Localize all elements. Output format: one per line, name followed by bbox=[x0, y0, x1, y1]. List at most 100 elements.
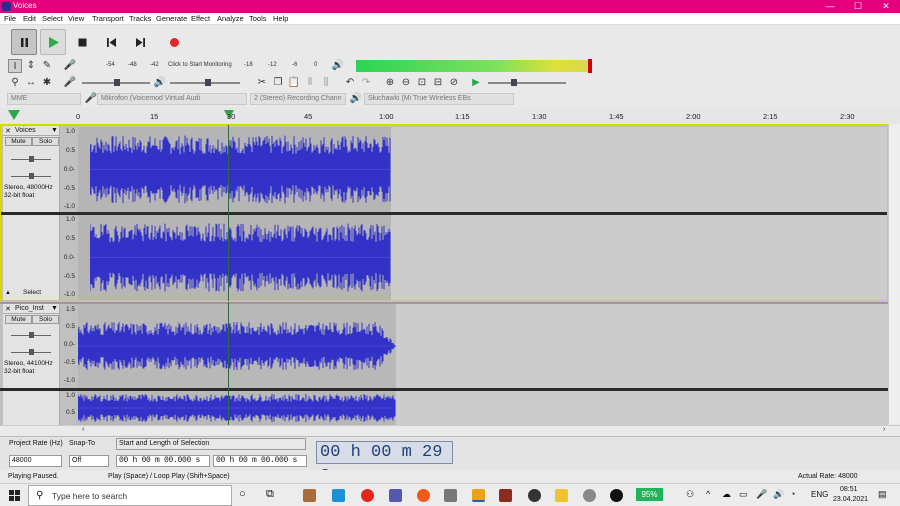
selection-tool-icon[interactable]: I bbox=[8, 59, 22, 73]
menu-transport[interactable]: Transport bbox=[92, 14, 124, 23]
app-dark-icon[interactable] bbox=[610, 489, 623, 502]
playback-meter[interactable] bbox=[356, 60, 592, 72]
play-at-speed-icon[interactable]: ▶ bbox=[469, 76, 483, 90]
horizontal-scrollbar[interactable]: ‹ › bbox=[0, 425, 900, 436]
notifications-icon[interactable]: ▤ bbox=[878, 489, 887, 500]
winrar-icon[interactable] bbox=[499, 489, 512, 502]
skip-end-button[interactable] bbox=[127, 29, 153, 55]
track-name-menu[interactable]: ✕ Pico_Inst ▼ bbox=[3, 304, 60, 314]
volume-tray-icon[interactable]: 🔊 bbox=[773, 489, 784, 500]
stop-button[interactable] bbox=[69, 29, 95, 55]
menu-analyze[interactable]: Analyze bbox=[217, 14, 244, 23]
slider-thumb[interactable] bbox=[114, 79, 120, 86]
menu-tools[interactable]: Tools bbox=[249, 14, 267, 23]
teams-icon[interactable] bbox=[389, 489, 402, 502]
zoom-out-icon[interactable]: ⊖ bbox=[399, 76, 413, 90]
opera-icon[interactable] bbox=[361, 489, 374, 502]
zoom-tool-icon[interactable]: ⚲ bbox=[8, 76, 22, 90]
skip-start-button[interactable] bbox=[98, 29, 124, 55]
app-gray-icon[interactable] bbox=[583, 489, 596, 502]
menu-effect[interactable]: Effect bbox=[191, 14, 210, 23]
menu-tracks[interactable]: Tracks bbox=[129, 14, 151, 23]
track-name[interactable]: Voices bbox=[15, 127, 36, 134]
pause-button[interactable] bbox=[11, 29, 37, 55]
play-speed-slider[interactable] bbox=[488, 82, 566, 84]
network-icon[interactable]: ☁ bbox=[722, 489, 731, 500]
menu-generate[interactable]: Generate bbox=[156, 14, 187, 23]
clock-time[interactable]: 08:51 bbox=[840, 486, 858, 493]
record-button[interactable] bbox=[161, 29, 187, 55]
clip-indicator[interactable] bbox=[588, 59, 592, 73]
draw-tool-icon[interactable]: ✎ bbox=[40, 59, 54, 73]
redo-icon[interactable]: ↷ bbox=[359, 76, 373, 90]
maximize-button[interactable]: ☐ bbox=[844, 0, 872, 13]
language-indicator[interactable]: ENG bbox=[811, 490, 828, 499]
vertical-scrollbar[interactable] bbox=[888, 124, 900, 424]
play-button[interactable] bbox=[40, 29, 66, 55]
battery-indicator[interactable]: 95% bbox=[636, 488, 663, 501]
dropdown-arrow-icon[interactable]: ▼ bbox=[51, 127, 58, 134]
monitoring-prompt[interactable]: Click to Start Monitoring bbox=[168, 62, 232, 68]
microphone-icon[interactable]: 🎤 bbox=[63, 59, 77, 73]
slider-thumb[interactable] bbox=[511, 79, 517, 86]
chevron-up-icon[interactable]: ^ bbox=[706, 489, 710, 499]
task-view-icon[interactable]: ⧉ bbox=[266, 488, 274, 501]
menu-file[interactable]: File bbox=[4, 14, 16, 23]
solo-button[interactable]: Solo bbox=[32, 137, 59, 146]
battery-icon[interactable]: ▭ bbox=[739, 489, 748, 500]
envelope-tool-icon[interactable]: ⇕ bbox=[24, 59, 38, 73]
menu-help[interactable]: Help bbox=[273, 14, 288, 23]
solo-button[interactable]: Solo bbox=[32, 315, 59, 324]
project-rate-select[interactable]: 48000 bbox=[9, 455, 62, 467]
audacity-taskbar-icon[interactable] bbox=[472, 489, 485, 502]
scroll-left-icon[interactable]: ‹ bbox=[82, 426, 84, 433]
channels-select[interactable]: 2 (Stereo) Recording Chann bbox=[250, 93, 346, 105]
record-meter[interactable]: -54 -48 -42 Click to Start Monitoring -1… bbox=[84, 62, 324, 71]
output-device-select[interactable]: Słuchawki (Mi True Wireless EBs bbox=[364, 93, 514, 105]
microphone-tray-icon[interactable]: 🎤 bbox=[756, 489, 767, 500]
audio-position-display[interactable]: 00 h 00 m 29 s bbox=[316, 441, 453, 484]
dropdown-arrow-icon[interactable]: ▼ bbox=[51, 305, 58, 312]
pin-playhead-icon[interactable] bbox=[8, 110, 20, 120]
speaker-icon[interactable]: 🔊 bbox=[331, 59, 345, 73]
track-close-icon[interactable]: ✕ bbox=[5, 127, 11, 135]
slider-thumb[interactable] bbox=[205, 79, 211, 86]
undo-icon[interactable]: ↶ bbox=[343, 76, 357, 90]
track-name[interactable]: Pico_Inst bbox=[15, 305, 44, 312]
app-orange-icon[interactable] bbox=[417, 489, 430, 502]
collapse-arrow-icon[interactable]: ▲ bbox=[5, 290, 11, 296]
close-button[interactable]: ✕ bbox=[872, 0, 900, 13]
track-close-icon[interactable]: ✕ bbox=[5, 305, 11, 313]
zoom-in-icon[interactable]: ⊕ bbox=[383, 76, 397, 90]
track-name-menu[interactable]: ✕ Voices ▼ bbox=[3, 126, 60, 136]
slider-thumb[interactable] bbox=[29, 332, 34, 338]
windows-start-icon[interactable] bbox=[9, 490, 20, 501]
timeline-ruler[interactable]: 0 15 30 45 1:00 1:15 1:30 1:45 2:00 2:15… bbox=[0, 108, 900, 125]
wifi-icon[interactable]: ◔ bbox=[790, 489, 795, 499]
multi-tool-icon[interactable]: ✱ bbox=[40, 76, 54, 90]
slider-thumb[interactable] bbox=[29, 156, 34, 162]
fit-selection-icon[interactable]: ⊡ bbox=[415, 76, 429, 90]
selection-length-field[interactable]: 00 h 00 m 00.000 s bbox=[213, 455, 307, 467]
trim-icon[interactable]: ⫴ bbox=[303, 76, 317, 90]
snap-to-select[interactable]: Off bbox=[69, 455, 109, 467]
settings-icon[interactable] bbox=[444, 489, 457, 502]
mute-button[interactable]: Mute bbox=[5, 315, 32, 324]
app-l-icon[interactable] bbox=[332, 489, 345, 502]
selection-start-field[interactable]: 00 h 00 m 00.000 s bbox=[116, 455, 210, 467]
minimize-button[interactable]: — bbox=[816, 0, 844, 13]
copy-icon[interactable]: ❐ bbox=[271, 76, 285, 90]
cortana-icon[interactable]: ○ bbox=[239, 488, 246, 500]
fit-project-icon[interactable]: ⊟ bbox=[431, 76, 445, 90]
menu-edit[interactable]: Edit bbox=[23, 14, 36, 23]
menu-select[interactable]: Select bbox=[42, 14, 63, 23]
clock-date[interactable]: 23.04.2021 bbox=[833, 496, 868, 503]
track-select-button[interactable]: Select bbox=[23, 289, 41, 296]
slider-thumb[interactable] bbox=[29, 173, 34, 179]
file-explorer-icon[interactable] bbox=[555, 489, 568, 502]
paste-icon[interactable]: 📋 bbox=[287, 76, 301, 90]
audio-host-select[interactable]: MME bbox=[7, 93, 81, 105]
input-device-select[interactable]: Mikrofon (Voicemod Virtual Audi bbox=[97, 93, 247, 105]
media-player-icon[interactable] bbox=[528, 489, 541, 502]
scroll-right-icon[interactable]: › bbox=[883, 426, 885, 433]
